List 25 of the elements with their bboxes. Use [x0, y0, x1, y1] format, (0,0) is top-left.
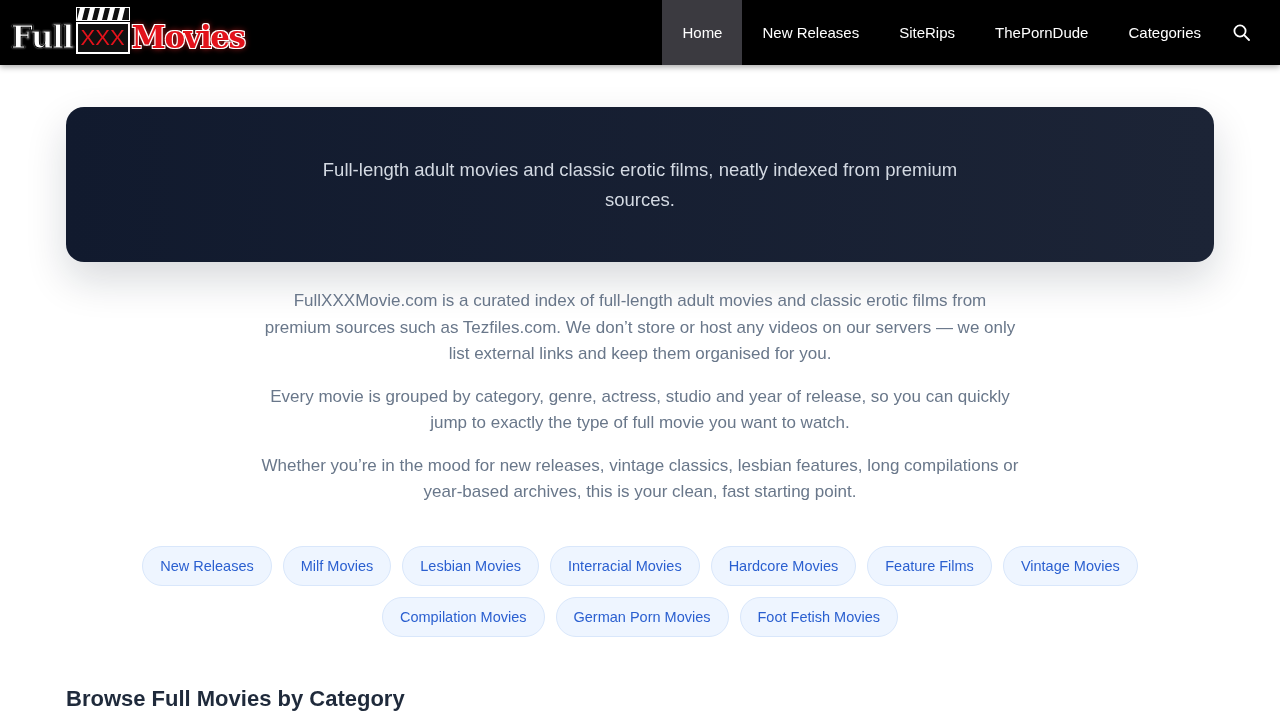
nav-link[interactable]: ThePornDude	[975, 0, 1109, 65]
category-link[interactable]: Hardcore Movies	[710, 545, 857, 586]
hero-tagline: Full-length adult movies and classic erotic films, neatly indexed from premium sources.	[321, 157, 959, 212]
intro-paragraph: Every movie is grouped by category, genre, actress, studio and year of release, so you can quickly jump to exactly the type of full movie you want to watch.	[269, 385, 1011, 434]
nav-link[interactable]: Home	[662, 0, 743, 65]
clapperboard-icon	[75, 7, 130, 21]
category-link[interactable]: Lesbian Movies	[402, 545, 539, 586]
category-link[interactable]: Foot Fetish Movies	[739, 596, 898, 637]
category-link[interactable]: Vintage Movies	[1002, 545, 1138, 586]
section-heading: Browse Full Movies by Category	[66, 684, 406, 713]
category-link[interactable]: Milf Movies	[282, 545, 392, 586]
logo-text[interactable]: XXX	[75, 22, 130, 54]
category-link[interactable]: Feature Films	[867, 545, 992, 586]
logo-text[interactable]: Movies	[131, 21, 245, 53]
category-link[interactable]: Compilation Movies	[382, 596, 545, 637]
intro-paragraph: Whether you’re in the mood for new releases, vintage classics, lesbian features, long compilations or year-based archives, this is your clean, fast starting point.	[260, 454, 1020, 503]
category-link[interactable]: Interracial Movies	[550, 545, 700, 586]
category-link[interactable]: New Releases	[142, 545, 272, 586]
nav-link[interactable]: New Releases	[742, 0, 880, 65]
nav-link[interactable]: SiteRips	[879, 0, 976, 65]
search-icon	[1232, 24, 1250, 41]
nav-link[interactable]: Categories	[1108, 0, 1221, 65]
logo-text[interactable]: Full	[11, 21, 73, 53]
intro-paragraph: FullXXXMovie.com is a curated index of full-length adult movies and classic erotic films from premium sources such as Tezfiles.com. We don’t store or host any videos on our servers — we only list external links and keep them organised for you.	[263, 290, 1017, 365]
category-link[interactable]: German Porn Movies	[555, 596, 729, 637]
